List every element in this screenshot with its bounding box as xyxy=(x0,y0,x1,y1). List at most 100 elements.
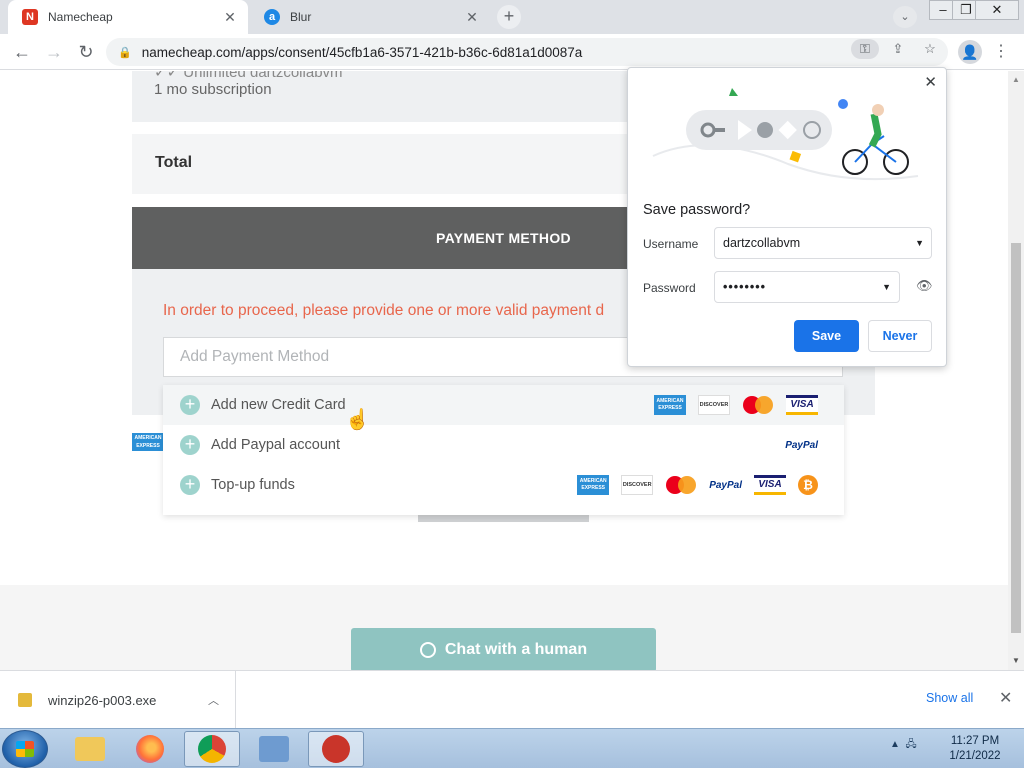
close-window-button[interactable]: ✕ xyxy=(975,0,1019,20)
back-arrow-icon[interactable]: ← xyxy=(10,40,34,64)
visa-logo: VISA xyxy=(754,475,786,495)
exe-file-icon xyxy=(18,693,32,707)
tray-icons[interactable]: ▲ 🖧 xyxy=(890,737,917,754)
option-label: Top-up funds xyxy=(211,477,295,493)
paypal-logo: PayPal xyxy=(709,479,742,491)
top-up-funds-option[interactable]: + Top-up funds AMERICAN EXPRESS DISCOVER… xyxy=(163,465,844,505)
show-all-link[interactable]: Show all xyxy=(926,691,973,705)
windows-logo-icon xyxy=(16,741,34,757)
amex-logo: AMERICAN EXPRESS xyxy=(577,475,610,495)
tab-close-icon[interactable]: ✕ xyxy=(222,9,238,26)
start-button[interactable] xyxy=(2,730,48,768)
option-label: Add new Credit Card xyxy=(211,397,346,413)
dropdown-caret-icon[interactable]: ▼ xyxy=(915,228,924,258)
tab-close-icon[interactable]: ✕ xyxy=(464,9,480,26)
explorer-taskbar-button[interactable] xyxy=(62,731,118,767)
chat-button-label: Chat with a human xyxy=(444,641,588,658)
bookmark-star-icon[interactable]: ☆ xyxy=(919,39,941,59)
payment-method-dropdown: + Add new Credit Card AMERICAN EXPRESS D… xyxy=(163,385,844,515)
password-value: •••••••• xyxy=(723,280,767,294)
visa-logo: VISA xyxy=(786,395,818,415)
amex-logo: AMERICAN EXPRESS xyxy=(654,395,686,415)
hand-cursor-icon: ☝ xyxy=(345,409,370,431)
mastercard-logo xyxy=(742,395,774,415)
password-label: Password xyxy=(643,281,696,295)
scrollbar-thumb[interactable] xyxy=(1011,243,1021,633)
firefox-icon xyxy=(136,735,164,763)
download-item[interactable]: winzip26-p003.exe ︿ xyxy=(18,671,236,729)
payment-error-message: In order to proceed, please provide one … xyxy=(163,302,605,319)
page-scrollbar[interactable]: ▲ ▼ xyxy=(1008,71,1024,670)
tab-namecheap[interactable]: N Namecheap ✕ xyxy=(8,0,248,34)
never-button[interactable]: Never xyxy=(868,320,932,352)
forward-arrow-icon[interactable]: → xyxy=(42,40,66,64)
new-tab-button[interactable]: + xyxy=(497,5,521,29)
scroll-down-icon[interactable]: ▼ xyxy=(1012,656,1020,665)
dialog-title: Save password? xyxy=(643,202,751,218)
subscription-term: 1 mo subscription xyxy=(154,81,272,98)
close-icon[interactable]: ✕ xyxy=(999,688,1012,708)
password-illustration xyxy=(652,88,919,181)
address-bar[interactable]: 🔒 namecheap.com/apps/consent/45cfb1a6-35… xyxy=(106,38,948,66)
chat-with-human-button[interactable]: Chat with a human xyxy=(351,628,656,672)
control-panel-taskbar-button[interactable] xyxy=(246,731,302,767)
password-field[interactable]: •••••••• ▼ xyxy=(714,271,900,303)
amex-logo: AMERICAN EXPRESS xyxy=(132,433,164,451)
plus-icon: + xyxy=(180,395,200,415)
url-text: namecheap.com/apps/consent/45cfb1a6-3571… xyxy=(141,44,583,60)
key-icon[interactable]: ⚿ xyxy=(851,39,879,59)
folder-icon xyxy=(75,737,105,761)
save-password-dialog: ✕ Save password? Username dartzcollabvm … xyxy=(627,67,947,367)
username-label: Username xyxy=(643,237,699,251)
system-clock[interactable]: 11:27 PM 1/21/2022 xyxy=(940,734,1010,764)
dropdown-caret-icon[interactable]: ▼ xyxy=(882,272,892,302)
show-password-eye-icon[interactable]: 👁 xyxy=(916,278,933,294)
windows-taskbar: ▲ 🖧 11:27 PM 1/21/2022 xyxy=(0,728,1024,768)
plus-icon: + xyxy=(180,475,200,495)
firefox-taskbar-button[interactable] xyxy=(122,731,178,767)
reload-icon[interactable]: ↻ xyxy=(74,40,98,64)
chrome-taskbar-button[interactable] xyxy=(184,731,240,767)
add-paypal-option[interactable]: + Add Paypal account PayPal xyxy=(163,425,844,465)
paypal-logo: PayPal xyxy=(785,439,818,451)
hidden-button-edge xyxy=(418,515,589,522)
bitcoin-logo: ₿ xyxy=(798,475,818,495)
blur-favicon-icon: a xyxy=(264,9,280,25)
username-value: dartzcollabvm xyxy=(723,236,801,250)
clock-date: 1/21/2022 xyxy=(949,750,1001,762)
chat-area: Chat with a human xyxy=(0,585,1008,672)
lifebuoy-icon xyxy=(419,642,436,658)
chrome-icon xyxy=(198,735,226,763)
profile-avatar-icon[interactable]: 👤 xyxy=(958,40,982,64)
plus-icon: + xyxy=(180,435,200,455)
discover-logo: DISCOVER xyxy=(698,395,730,415)
option-label: Add Paypal account xyxy=(211,437,340,453)
browser-toolbar: ← → ↻ 🔒 namecheap.com/apps/consent/45cfb… xyxy=(0,34,1024,70)
card-logos: AMERICAN EXPRESS DISCOVER VISA xyxy=(654,385,818,425)
tab-title: Blur xyxy=(290,10,312,24)
tab-title: Namecheap xyxy=(48,10,113,24)
lock-icon: 🔒 xyxy=(118,46,132,59)
mastercard-logo xyxy=(665,475,697,495)
subscription-item: ✓✓ Unlimited dartzcollabvm xyxy=(154,71,343,81)
tab-blur[interactable]: a Blur ✕ xyxy=(250,0,490,34)
card-logos: AMERICAN EXPRESS DISCOVER PayPal VISA ₿ xyxy=(577,465,818,505)
discover-logo: DISCOVER xyxy=(621,475,654,495)
username-field[interactable]: dartzcollabvm ▼ xyxy=(714,227,932,259)
clock-time: 11:27 PM xyxy=(950,735,1000,747)
share-icon[interactable]: ⇪ xyxy=(887,39,909,59)
add-credit-card-option[interactable]: + Add new Credit Card AMERICAN EXPRESS D… xyxy=(163,385,844,425)
scroll-up-icon[interactable]: ▲ xyxy=(1012,75,1020,84)
chevron-up-icon[interactable]: ︿ xyxy=(208,692,219,708)
downloads-bar: winzip26-p003.exe ︿ Show all ✕ xyxy=(0,670,1024,729)
menu-kebab-icon[interactable]: ⋮ xyxy=(993,41,1009,61)
total-label: Total xyxy=(155,154,193,171)
save-button[interactable]: Save xyxy=(794,320,859,352)
card-logos: PayPal xyxy=(785,425,818,465)
tab-strip: N Namecheap ✕ a Blur ✕ + ⌄ – ❐ ✕ xyxy=(0,0,1024,34)
psiphon-taskbar-button[interactable] xyxy=(308,731,364,767)
tab-search-chevron-icon[interactable]: ⌄ xyxy=(893,6,917,28)
control-panel-icon xyxy=(259,736,289,762)
psiphon-icon xyxy=(322,735,350,763)
download-file-name: winzip26-p003.exe xyxy=(48,692,157,708)
